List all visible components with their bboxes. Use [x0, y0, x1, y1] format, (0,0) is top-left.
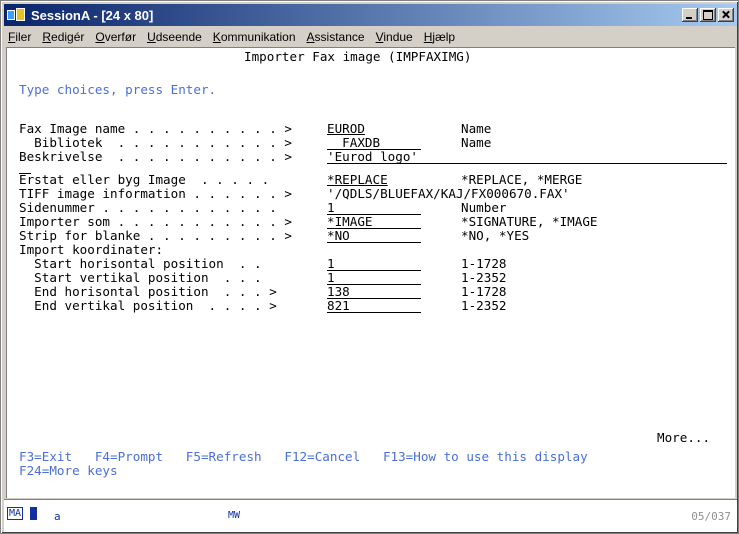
function-keys-line-2: F24=More keys	[19, 463, 118, 478]
status-message-waiting: MW	[228, 510, 241, 521]
erstat-label: Erstat eller byg Image . . . . .	[19, 172, 270, 187]
session-app-icon[interactable]	[7, 7, 27, 23]
strip-blanke-input[interactable]: *NO	[327, 229, 350, 243]
bibliotek-hint: Name	[461, 135, 492, 150]
bibliotek-label: Bibliotek . . . . . . . . . . . >	[19, 135, 292, 150]
start-horisontal-input[interactable]: 1	[327, 257, 335, 271]
window-title: SessionA - [24 x 80]	[31, 7, 154, 23]
status-cursor-position: 05/037	[691, 510, 731, 523]
strip-blanke-label: Strip for blanke . . . . . . . . . >	[19, 228, 292, 243]
strip-blanke-underline	[327, 242, 421, 243]
menu-hjaelp[interactable]: Hjælp	[424, 30, 455, 44]
end-vertikal-hint: 1-2352	[461, 298, 507, 313]
menu-rediger[interactable]: Redigér	[42, 30, 84, 44]
emulator-window: SessionA - [24 x 80] Filer Redigér Overf…	[0, 0, 739, 534]
importer-som-label: Importer som . . . . . . . . . . . >	[19, 214, 292, 229]
end-horisontal-label: End horisontal position . . . >	[19, 284, 277, 299]
minimize-icon[interactable]	[682, 8, 698, 22]
start-horisontal-label: Start horisontal position . .	[19, 256, 262, 271]
instruction-text: Type choices, press Enter.	[19, 82, 217, 97]
start-horisontal-underline	[327, 270, 421, 271]
sidenummer-input[interactable]: 1	[327, 201, 335, 215]
operator-info-area: MA a MW 05/037	[4, 499, 737, 532]
maximize-icon[interactable]	[700, 8, 716, 22]
start-vertikal-hint: 1-2352	[461, 270, 507, 285]
beskrivelse-input[interactable]: 'Eurod logo'	[327, 150, 418, 164]
menu-filer[interactable]: Filer	[8, 30, 31, 44]
beskrivelse-underline	[327, 163, 727, 164]
menu-assistance[interactable]: Assistance	[307, 30, 365, 44]
tiff-info-label: TIFF image information . . . . . . >	[19, 186, 292, 201]
more-indicator: More...	[657, 430, 711, 445]
fax-image-name-label: Fax Image name . . . . . . . . . . >	[19, 121, 292, 136]
function-keys-line-1: F3=Exit F4=Prompt F5=Refresh F12=Cancel …	[19, 449, 588, 464]
start-vertikal-label: Start vertikal position . . .	[19, 270, 262, 285]
status-cursor-block	[30, 507, 37, 520]
sidenummer-label: Sidenummer . . . . . . . . . . . .	[19, 200, 277, 215]
bibliotek-input[interactable]: FAXDB	[327, 136, 380, 150]
erstat-input[interactable]: *REPLACE	[327, 173, 388, 187]
tiff-info-input[interactable]: '/QDLS/BLUEFAX/KAJ/FX000670.FAX'	[327, 187, 570, 201]
status-mode-badge: MA	[7, 507, 24, 520]
end-vertikal-underline	[327, 312, 421, 313]
menu-udseende[interactable]: Udseende	[147, 30, 202, 44]
erstat-hint: *REPLACE, *MERGE	[461, 172, 583, 187]
terminal-screen[interactable]: Importer Fax image (IMPFAXIMG) Type choi…	[6, 47, 735, 498]
sidenummer-hint: Number	[461, 200, 507, 215]
end-horisontal-hint: 1-1728	[461, 284, 507, 299]
importer-som-hint: *SIGNATURE, *IMAGE	[461, 214, 598, 229]
title-bar[interactable]: SessionA - [24 x 80]	[4, 4, 737, 26]
menu-bar: Filer Redigér Overfør Udseende Kommunika…	[4, 27, 737, 46]
importer-som-input[interactable]: *IMAGE	[327, 215, 373, 229]
fax-image-name-hint: Name	[461, 121, 492, 136]
end-vertikal-label: End vertikal position . . . . >	[19, 298, 277, 313]
start-vertikal-input[interactable]: 1	[327, 271, 335, 285]
menu-kommunikation[interactable]: Kommunikation	[213, 30, 296, 44]
end-horisontal-input[interactable]: 138	[327, 285, 350, 299]
screen-title: Importer Fax image (IMPFAXIMG)	[244, 49, 472, 64]
strip-blanke-hint: *NO, *YES	[461, 228, 530, 243]
import-koordinater-label: Import koordinater:	[19, 242, 164, 257]
status-input-indicator: a	[54, 510, 61, 523]
menu-overfor[interactable]: Overfør	[95, 30, 136, 44]
fax-image-name-input[interactable]: EUROD	[327, 122, 365, 136]
beskrivelse-label: Beskrivelse . . . . . . . . . . . >	[19, 149, 292, 164]
start-horisontal-hint: 1-1728	[461, 256, 507, 271]
menu-vindue[interactable]: Vindue	[376, 30, 413, 44]
close-icon[interactable]	[718, 8, 734, 22]
end-vertikal-input[interactable]: 821	[327, 299, 350, 313]
